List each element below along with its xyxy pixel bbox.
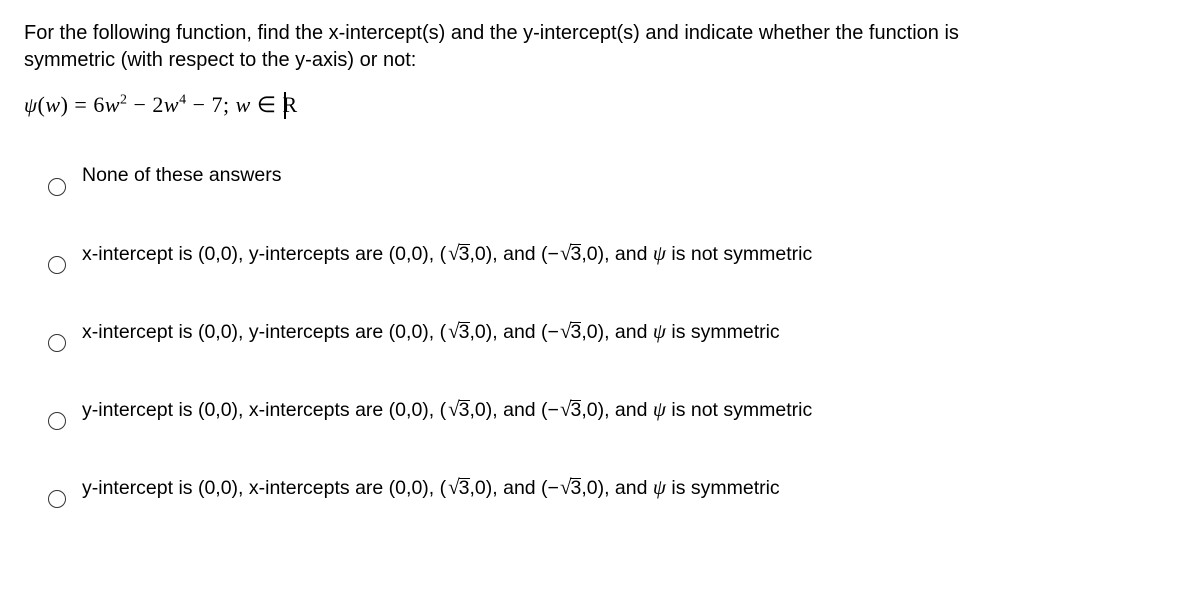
option-1-text: None of these answers xyxy=(82,161,1180,190)
prompt-line2: symmetric (with respect to the y-axis) o… xyxy=(24,49,416,71)
opt4-mid2: ,0), and xyxy=(581,399,653,421)
radio-icon[interactable] xyxy=(48,256,66,274)
sqrt-icon: √3 xyxy=(446,472,469,504)
opt3-prefix: x-intercept is (0,0), y-intercepts are (… xyxy=(82,321,446,343)
opt5-suffix: is symmetric xyxy=(666,477,780,499)
opt4-prefix: y-intercept is (0,0), x-intercepts are (… xyxy=(82,399,446,421)
option-2[interactable]: x-intercept is (0,0), y-intercepts are (… xyxy=(48,234,1180,274)
sqrt-icon: √3 xyxy=(446,238,469,270)
psi-symbol: ψ xyxy=(653,241,666,265)
psi-symbol: ψ xyxy=(653,397,666,421)
sqrt-icon: √3 xyxy=(446,316,469,348)
psi-symbol: ψ xyxy=(653,319,666,343)
option-5-text: y-intercept is (0,0), x-intercepts are (… xyxy=(82,472,1180,504)
option-4-text: y-intercept is (0,0), x-intercepts are (… xyxy=(82,394,1180,426)
formula-eq: = xyxy=(74,92,93,117)
opt5-mid2: ,0), and xyxy=(581,477,653,499)
opt3-mid1: ,0), and (− xyxy=(470,321,559,343)
radio-icon[interactable] xyxy=(48,178,66,196)
sqrt-icon: √3 xyxy=(558,316,581,348)
question-prompt: For the following function, find the x-i… xyxy=(24,20,1180,74)
option-5[interactable]: y-intercept is (0,0), x-intercepts are (… xyxy=(48,468,1180,508)
sqrt-icon: √3 xyxy=(558,472,581,504)
opt4-suffix: is not symmetric xyxy=(666,399,812,421)
option-3[interactable]: x-intercept is (0,0), y-intercepts are (… xyxy=(48,312,1180,352)
psi-symbol: ψ xyxy=(653,475,666,499)
option-2-text: x-intercept is (0,0), y-intercepts are (… xyxy=(82,238,1180,270)
option-1[interactable]: None of these answers xyxy=(48,156,1180,196)
opt2-prefix: x-intercept is (0,0), y-intercepts are (… xyxy=(82,243,446,265)
sqrt-icon: √3 xyxy=(446,394,469,426)
formula-var: w xyxy=(45,92,60,117)
sqrt-icon: √3 xyxy=(558,238,581,270)
opt5-prefix: y-intercept is (0,0), x-intercepts are (… xyxy=(82,477,446,499)
question-formula: ψ(w) = 6w2 − 2w4 − 7; w ∈ R xyxy=(24,90,1180,120)
radio-icon[interactable] xyxy=(48,412,66,430)
opt2-suffix: is not symmetric xyxy=(666,243,812,265)
option-3-text: x-intercept is (0,0), y-intercepts are (… xyxy=(82,316,1180,348)
opt2-mid2: ,0), and xyxy=(581,243,653,265)
formula-func: ψ xyxy=(24,93,38,117)
opt3-mid2: ,0), and xyxy=(581,321,653,343)
options-list: None of these answers x-intercept is (0,… xyxy=(24,156,1180,508)
opt4-mid1: ,0), and (− xyxy=(470,399,559,421)
opt2-mid1: ,0), and (− xyxy=(470,243,559,265)
radio-icon[interactable] xyxy=(48,490,66,508)
radio-icon[interactable] xyxy=(48,334,66,352)
option-4[interactable]: y-intercept is (0,0), x-intercepts are (… xyxy=(48,390,1180,430)
prompt-line1: For the following function, find the x-i… xyxy=(24,22,959,44)
sqrt-icon: √3 xyxy=(558,394,581,426)
opt3-suffix: is symmetric xyxy=(666,321,780,343)
opt5-mid1: ,0), and (− xyxy=(470,477,559,499)
